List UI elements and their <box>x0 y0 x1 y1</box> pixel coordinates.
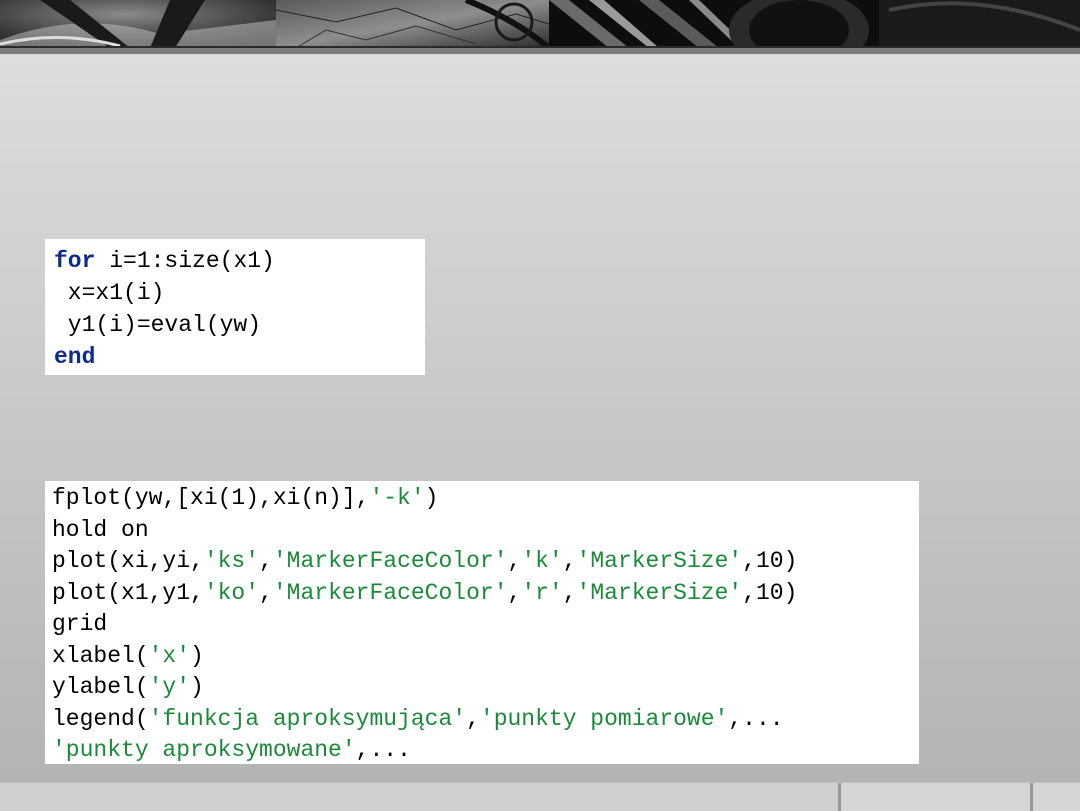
header-image-strip <box>0 0 1080 48</box>
code-string: 'y' <box>148 674 191 700</box>
code-line: end <box>54 341 425 373</box>
code-text: , <box>259 579 273 606</box>
code-text: ) <box>190 642 204 669</box>
code-text: , <box>466 705 480 732</box>
code-text: grid <box>52 611 108 637</box>
code-snippet-loop: for i=1:size(x1) x=x1(i) y1(i)=eval(yw) e… <box>45 239 425 375</box>
code-line: for i=1:size(x1) <box>54 245 425 277</box>
code-keyword: end <box>54 344 96 370</box>
code-string: 'punkty pomiarowe' <box>479 705 729 732</box>
code-text: ,... <box>728 705 784 732</box>
footer-segment <box>838 783 1033 811</box>
code-string: 'ko' <box>203 579 260 606</box>
code-line: grid <box>52 609 919 641</box>
code-line: y1(i)=eval(yw) <box>54 309 425 341</box>
code-text: , <box>507 548 522 574</box>
code-line: xlabel('x') <box>52 641 919 673</box>
tire-tread-image <box>549 0 1080 48</box>
code-text: x=x1(i) <box>54 280 165 306</box>
code-text: ylabel( <box>52 674 149 700</box>
wheel-rim-image <box>0 0 276 48</box>
code-text: plot(xi,yi, <box>52 548 204 574</box>
code-text: ) <box>190 674 204 700</box>
code-text: fplot(yw,[xi(1),xi(n)], <box>52 485 370 511</box>
code-line: x=x1(i) <box>54 277 425 309</box>
code-text: xlabel( <box>52 642 149 669</box>
code-text: ,10) <box>742 579 798 606</box>
code-text: , <box>259 548 273 574</box>
code-text: ,10) <box>742 548 798 574</box>
code-text: ,... <box>355 737 411 763</box>
code-string: 'MarkerSize' <box>576 548 743 574</box>
code-string: 'MarkerSize' <box>576 579 743 606</box>
code-line: ylabel('y') <box>52 672 919 704</box>
code-line: plot(x1,y1,'ko','MarkerFaceColor','r','M… <box>52 578 919 610</box>
code-line: hold on <box>52 515 919 547</box>
code-string: 'k' <box>521 548 563 574</box>
code-line: legend('funkcja aproksymująca','punkty p… <box>52 704 919 736</box>
code-text: i=1:size(x1) <box>95 248 275 274</box>
cracked-disc-image <box>276 0 549 48</box>
code-string: '-k' <box>369 485 425 511</box>
code-string: 'MarkerFaceColor' <box>272 579 508 606</box>
footer-bar <box>0 782 1080 811</box>
code-string: 'r' <box>521 579 563 606</box>
header-band <box>0 48 1080 54</box>
code-keyword: for <box>54 248 96 274</box>
code-string: 'ks' <box>203 548 260 574</box>
code-line: 'punkty aproksymowane',... <box>52 735 919 767</box>
code-line: fplot(yw,[xi(1),xi(n)],'-k') <box>52 483 919 515</box>
code-text: , <box>507 579 522 606</box>
code-string: 'punkty aproksymowane' <box>52 737 356 763</box>
code-text: , <box>562 579 577 606</box>
code-line: plot(xi,yi,'ks','MarkerFaceColor','k','M… <box>52 546 919 578</box>
code-string: 'x' <box>148 642 191 669</box>
code-text: y1(i)=eval(yw) <box>54 312 262 338</box>
footer-segment <box>1030 783 1080 811</box>
code-text: hold on <box>52 516 149 543</box>
code-string: 'MarkerFaceColor' <box>272 548 508 574</box>
code-text: ) <box>424 485 439 511</box>
code-text: , <box>562 548 577 574</box>
code-snippet-plot: fplot(yw,[xi(1),xi(n)],'-k') hold on plot(… <box>45 481 919 764</box>
code-string: 'funkcja aproksymująca' <box>148 705 467 732</box>
code-text: legend( <box>52 705 149 732</box>
code-text: plot(x1,y1, <box>52 579 204 606</box>
